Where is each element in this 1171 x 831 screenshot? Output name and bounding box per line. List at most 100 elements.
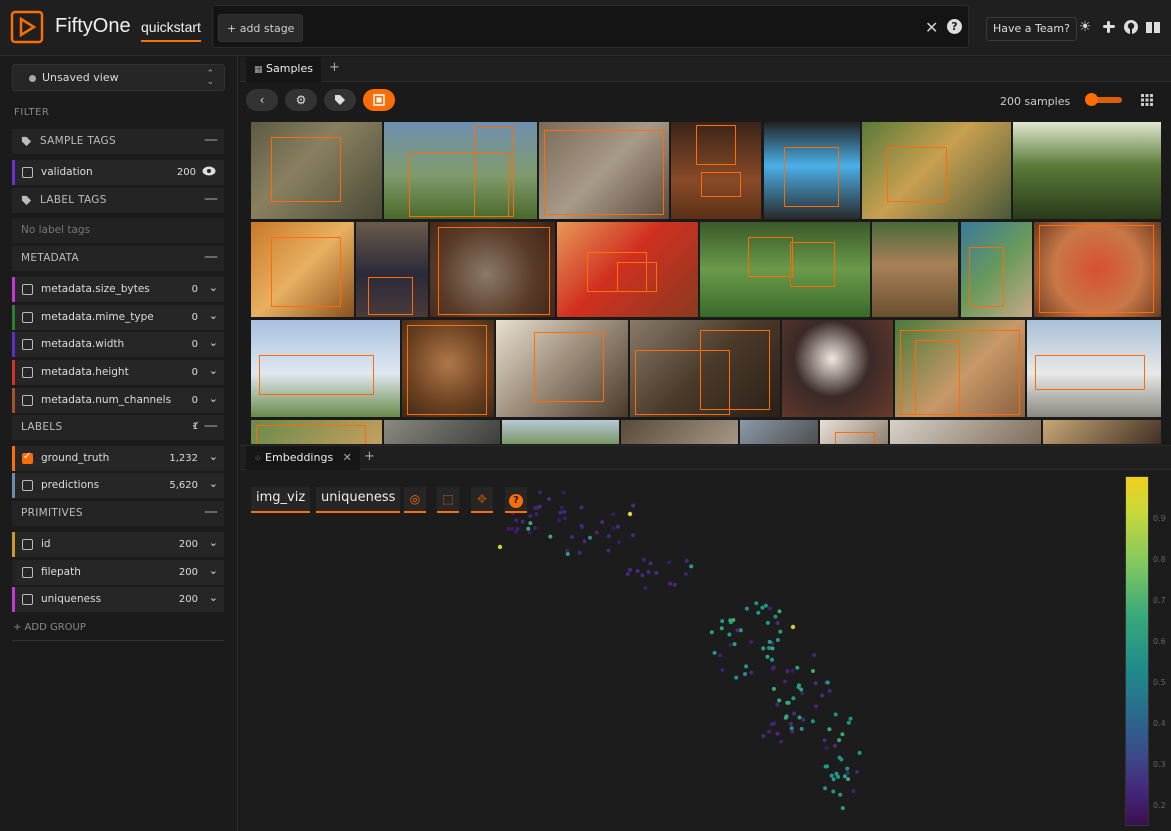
- embedding-point[interactable]: [606, 534, 611, 539]
- group-label-tags[interactable]: LABEL TAGS —: [12, 188, 224, 213]
- embedding-point[interactable]: [777, 609, 782, 614]
- docs-book-icon[interactable]: [1145, 19, 1161, 35]
- chevron-down-icon[interactable]: ⌄: [209, 309, 218, 322]
- embedding-point[interactable]: [761, 734, 766, 739]
- embedding-point[interactable]: [548, 534, 553, 539]
- pan-move-icon[interactable]: ✥: [471, 487, 493, 513]
- embedding-point[interactable]: [588, 535, 592, 540]
- embedding-point[interactable]: [611, 512, 616, 517]
- embedding-point[interactable]: [767, 729, 771, 734]
- embedding-point[interactable]: [719, 626, 724, 631]
- embedding-point[interactable]: [813, 681, 818, 686]
- embedding-point[interactable]: [528, 521, 533, 526]
- sample-thumbnail[interactable]: [1043, 420, 1161, 444]
- embedding-point[interactable]: [767, 646, 771, 650]
- embedding-point[interactable]: [827, 727, 832, 732]
- help-icon[interactable]: ?: [947, 19, 962, 34]
- sample-thumbnail[interactable]: [621, 420, 738, 444]
- add-panel-icon[interactable]: +: [329, 60, 340, 75]
- chevron-down-icon[interactable]: ⌄: [209, 336, 218, 349]
- embedding-point[interactable]: [775, 638, 780, 642]
- embedding-point[interactable]: [611, 526, 616, 531]
- close-tab-icon[interactable]: ✕: [343, 451, 352, 464]
- fiftyone-logo-icon[interactable]: [10, 10, 44, 44]
- embedding-point[interactable]: [840, 806, 845, 811]
- field-row-width[interactable]: metadata.width 0 ⌄: [12, 332, 224, 357]
- sample-thumbnail[interactable]: [430, 222, 555, 317]
- embedding-point[interactable]: [631, 503, 636, 508]
- embeddings-scatter-plot[interactable]: [240, 470, 1171, 831]
- embedding-point[interactable]: [791, 696, 796, 701]
- tag-icon[interactable]: [324, 89, 356, 111]
- sample-thumbnail[interactable]: [1034, 222, 1161, 317]
- group-labels[interactable]: LABELS 1 ✓ —: [12, 415, 224, 440]
- field-row-predictions[interactable]: predictions 5,620 ⌄: [12, 473, 224, 498]
- embedding-point[interactable]: [559, 505, 564, 510]
- embedding-point[interactable]: [756, 610, 761, 615]
- add-panel-icon[interactable]: +: [364, 449, 375, 464]
- help-circle-icon[interactable]: ?: [505, 487, 527, 513]
- embedding-point[interactable]: [790, 624, 796, 630]
- field-checkbox[interactable]: [22, 567, 33, 578]
- field-row-filepath[interactable]: filepath 200 ⌄: [12, 560, 224, 585]
- embedding-point[interactable]: [775, 621, 780, 625]
- embedding-point[interactable]: [810, 719, 815, 724]
- view-bar[interactable]: [212, 5, 969, 48]
- embedding-point[interactable]: [765, 654, 770, 659]
- embedding-point[interactable]: [827, 688, 832, 693]
- embedding-point[interactable]: [823, 786, 828, 791]
- sample-thumbnail[interactable]: [1027, 320, 1161, 417]
- sample-thumbnail[interactable]: [700, 222, 870, 317]
- embedding-point[interactable]: [732, 642, 737, 647]
- sample-thumbnail[interactable]: [895, 320, 1025, 417]
- embedding-point[interactable]: [718, 653, 723, 658]
- embedding-point[interactable]: [812, 653, 817, 658]
- field-checkbox[interactable]: [22, 451, 33, 464]
- embedding-point[interactable]: [594, 530, 599, 535]
- embedding-point[interactable]: [744, 606, 749, 611]
- chevron-down-icon[interactable]: ⌄: [209, 536, 218, 549]
- field-row-id[interactable]: id 200 ⌄: [12, 532, 224, 557]
- embedding-point[interactable]: [790, 729, 795, 734]
- chevron-down-icon[interactable]: ⌄: [209, 477, 218, 490]
- embedding-point[interactable]: [627, 511, 633, 517]
- embedding-point[interactable]: [735, 628, 740, 633]
- embedding-point[interactable]: [848, 716, 853, 721]
- embedding-point[interactable]: [842, 774, 847, 779]
- embedding-point[interactable]: [643, 585, 648, 590]
- embedding-point[interactable]: [831, 789, 836, 794]
- embedding-point[interactable]: [743, 672, 747, 676]
- embedding-point[interactable]: [557, 518, 561, 523]
- brain-key-select[interactable]: img_viz: [251, 487, 311, 513]
- embedding-point[interactable]: [683, 571, 688, 576]
- field-checkbox[interactable]: [22, 480, 33, 491]
- embedding-point[interactable]: [837, 755, 842, 760]
- embedding-point[interactable]: [628, 567, 632, 572]
- embedding-point[interactable]: [515, 527, 520, 531]
- embedding-point[interactable]: [767, 639, 772, 644]
- field-row-validation[interactable]: validation 200: [12, 160, 224, 185]
- sample-thumbnail[interactable]: [890, 420, 1041, 444]
- chevron-down-icon[interactable]: ⌄: [209, 364, 218, 377]
- embedding-point[interactable]: [846, 720, 851, 725]
- have-a-team-button[interactable]: Have a Team?: [986, 17, 1077, 41]
- embedding-point[interactable]: [547, 497, 551, 501]
- embedding-point[interactable]: [562, 516, 567, 521]
- embedding-point[interactable]: [845, 771, 850, 776]
- chevron-down-icon[interactable]: ⌄: [209, 450, 218, 463]
- saved-view-select[interactable]: Unsaved view ⌃ ⌄: [12, 64, 225, 91]
- embedding-point[interactable]: [754, 601, 759, 606]
- embedding-point[interactable]: [836, 774, 841, 779]
- embedding-point[interactable]: [765, 620, 770, 625]
- github-icon[interactable]: [1123, 19, 1139, 35]
- field-row-num-channels[interactable]: metadata.num_channels 0 ⌄: [12, 388, 224, 413]
- embedding-point[interactable]: [811, 669, 815, 673]
- embedding-point[interactable]: [528, 514, 533, 518]
- collapse-icon[interactable]: —: [204, 191, 218, 207]
- grid-layout-icon[interactable]: [1141, 94, 1153, 106]
- embedding-point[interactable]: [617, 540, 622, 545]
- embedding-point[interactable]: [600, 520, 605, 525]
- field-row-mime-type[interactable]: metadata.mime_type 0 ⌄: [12, 305, 224, 330]
- collapse-icon[interactable]: —: [204, 249, 218, 265]
- embedding-point[interactable]: [631, 533, 636, 538]
